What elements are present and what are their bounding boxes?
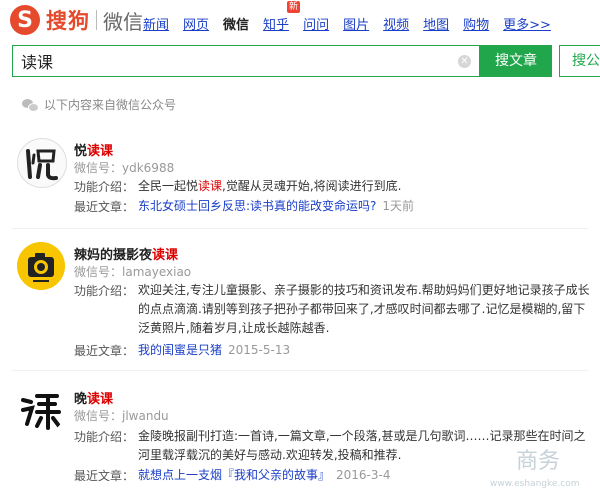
new-badge: 新 <box>287 1 301 13</box>
nav-weixin[interactable]: 微信 <box>223 14 249 33</box>
intro-label: 功能介绍： <box>74 430 135 444</box>
header: S 搜狗 微信 新闻 网页 微信 知乎 问问 图片 视频 地图 购物 更多>> … <box>0 0 600 40</box>
nav-more[interactable]: 更多>> <box>503 14 551 33</box>
intro-label: 功能介绍： <box>74 284 135 298</box>
recent-label: 最近文章： <box>74 344 135 358</box>
nav-images[interactable]: 图片 <box>343 14 369 33</box>
recent-article-link[interactable]: 东北女硕士回乡反思:读书真的能改变命运吗? <box>138 199 376 213</box>
logo-divider <box>96 10 97 30</box>
divider <box>12 228 588 229</box>
wechat-icon <box>22 98 39 112</box>
account-id: 微信号：ydk6988 <box>74 161 175 175</box>
camera-icon <box>17 242 65 290</box>
result-title[interactable]: 晚读课 <box>74 388 113 407</box>
account-id: 微信号：jlwandu <box>74 409 169 423</box>
avatar-calligraphy-icon <box>18 139 66 187</box>
nav-zhihu[interactable]: 知乎 <box>263 14 289 33</box>
logo-text: 搜狗 <box>46 9 90 33</box>
recent-date: 2016-3-4 <box>336 468 391 482</box>
nav-map[interactable]: 地图 <box>423 14 449 33</box>
recent-date: 1天前 <box>382 199 415 213</box>
recent-article-link[interactable]: 我的闺蜜是只猪 <box>138 343 222 357</box>
nav-wenwen[interactable]: 问问 <box>303 14 329 33</box>
recent-article: 我的闺蜜是只猪 2015-5-13 <box>138 341 593 360</box>
top-nav: 新闻 网页 微信 知乎 问问 图片 视频 地图 购物 更多>> <box>143 14 551 33</box>
logo-sub: 微信 <box>103 9 143 34</box>
recent-date: 2015-5-13 <box>228 343 291 357</box>
source-note: 以下内容来自微信公众号 <box>22 96 176 113</box>
source-note-text: 以下内容来自微信公众号 <box>44 98 177 112</box>
search-article-button[interactable]: 搜文章 <box>480 45 552 77</box>
sogou-logo[interactable]: S 搜狗 微信 <box>10 4 143 36</box>
recent-label: 最近文章： <box>74 200 135 214</box>
clear-icon[interactable]: ✕ <box>458 55 471 68</box>
divider <box>12 370 588 371</box>
recent-article-link[interactable]: 就想点上一支烟『我和父亲的故事』 <box>138 468 330 482</box>
avatar[interactable] <box>17 386 65 434</box>
intro-text: 全民一起悦读课,觉醒从灵魂开始,将阅读进行到底. <box>138 179 402 193</box>
recent-label: 最近文章： <box>74 469 135 483</box>
calligraphy-avatar-icon <box>17 386 65 434</box>
nav-shopping[interactable]: 购物 <box>463 14 489 33</box>
watermark: 商务 www.eshangke.com <box>488 440 598 494</box>
result-title[interactable]: 悦读课 <box>74 140 113 159</box>
intro-text: 欢迎关注,专注儿童摄影、亲子摄影的技巧和资讯发布.帮助妈妈们更好地记录孩子成长的… <box>138 283 590 335</box>
result-title[interactable]: 辣妈的摄影夜读课 <box>74 244 178 263</box>
account-id: 微信号：lamayexiao <box>74 265 192 279</box>
search-account-button[interactable]: 搜公 <box>559 45 600 77</box>
sogou-logo-icon: S <box>10 5 40 35</box>
watermark-url: www.eshangke.com <box>490 479 580 489</box>
watermark-logo: 商务 www.eshangke.com <box>490 449 580 489</box>
nav-news[interactable]: 新闻 <box>143 14 169 33</box>
watermark-text: 商务 <box>516 449 560 474</box>
avatar[interactable] <box>17 242 65 290</box>
avatar[interactable] <box>17 138 67 188</box>
search-input[interactable] <box>13 46 469 76</box>
recent-article: 东北女硕士回乡反思:读书真的能改变命运吗? 1天前 <box>138 197 593 216</box>
search-box: ✕ <box>12 45 480 77</box>
intro-label: 功能介绍： <box>74 180 135 194</box>
nav-web[interactable]: 网页 <box>183 14 209 33</box>
nav-video[interactable]: 视频 <box>383 14 409 33</box>
